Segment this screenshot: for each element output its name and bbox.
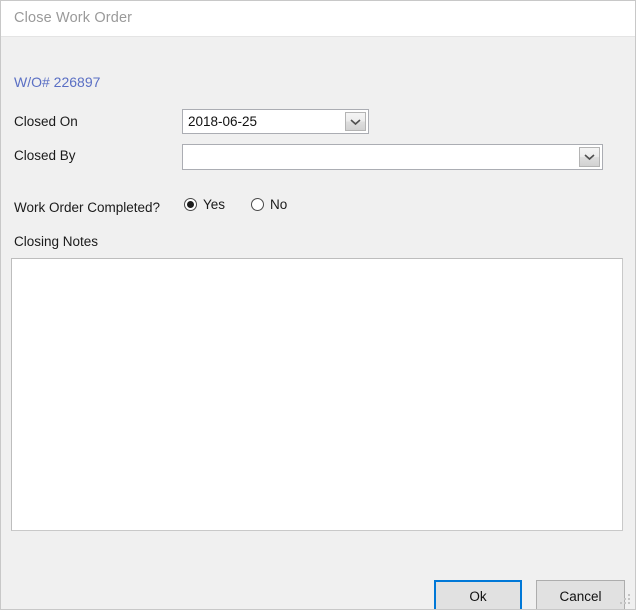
closing-notes-textarea[interactable] [11,258,623,531]
radio-option-no[interactable]: No [251,197,287,212]
work-order-completed-label: Work Order Completed? [14,200,161,215]
radio-yes-indicator[interactable] [184,198,197,211]
close-work-order-dialog: Close Work Order W/O# 226897 Closed On 2… [0,0,636,610]
closed-on-combobox[interactable]: 2018-06-25 [182,109,369,134]
chevron-down-icon[interactable] [345,112,366,131]
radio-yes-label: Yes [203,197,226,212]
radio-no-label: No [270,197,288,212]
closed-on-value: 2018-06-25 [188,114,258,129]
dialog-titlebar: Close Work Order [1,1,635,37]
closing-notes-value [12,259,622,275]
dialog-title: Close Work Order [14,10,133,26]
closed-by-label: Closed By [14,148,76,163]
radio-no-indicator[interactable] [251,198,265,211]
dialog-body: W/O# 226897 Closed On 2018-06-25 Closed … [1,38,635,609]
cancel-button[interactable]: Cancel [536,580,625,609]
work-order-number: W/O# 226897 [14,74,101,90]
chevron-down-icon[interactable] [579,147,600,167]
closing-notes-label: Closing Notes [14,234,99,249]
closed-by-combobox[interactable] [182,144,603,170]
closed-by-value [183,145,579,169]
closed-on-label: Closed On [14,114,78,129]
ok-button[interactable]: Ok [434,580,522,609]
work-order-completed-radio-group: Yes No [184,197,287,212]
resize-grip[interactable] [618,592,632,606]
radio-option-yes[interactable]: Yes [184,197,225,212]
